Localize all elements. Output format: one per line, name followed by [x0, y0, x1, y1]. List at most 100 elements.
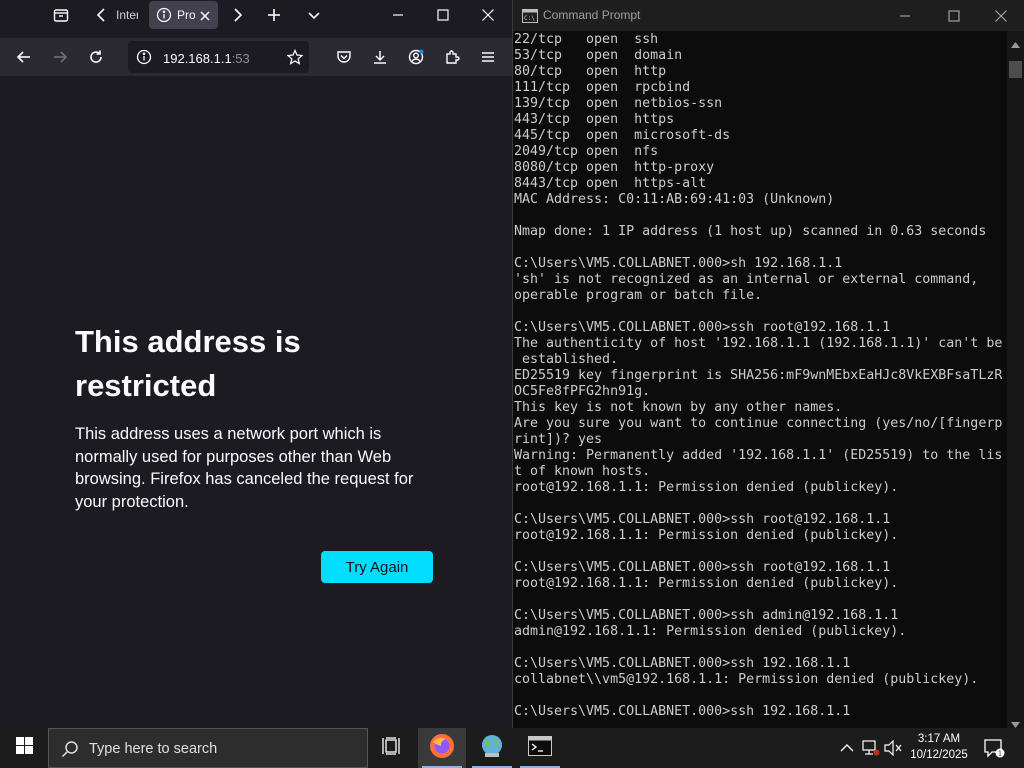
back-arrow-icon[interactable]: [10, 42, 38, 72]
pocket-icon[interactable]: [330, 42, 358, 72]
console-line: Are you sure you want to continue connec…: [514, 416, 1003, 431]
console-line: established.: [514, 352, 619, 367]
console-line: C:\Users\VM5.COLLABNET.000>ssh root@192.…: [514, 512, 891, 527]
console-line: The authenticity of host '192.168.1.1 (1…: [514, 336, 1003, 351]
cmd-titlebar[interactable]: C:\ Command Prompt: [513, 0, 1024, 31]
firefox-icon: [429, 733, 455, 764]
taskbar-search-box[interactable]: Type here to search: [48, 728, 368, 768]
tab-label: Inter: [116, 8, 138, 22]
close-window-icon[interactable]: [470, 0, 506, 30]
error-description: This address uses a network port which i…: [75, 425, 414, 511]
chevron-down-icon[interactable]: [300, 0, 328, 30]
console-line: ED25519 key fingerprint is SHA256:mF9wnM…: [514, 368, 1003, 383]
console-line: collabnet\\vm5@192.168.1.1: Permission d…: [514, 672, 979, 687]
account-icon[interactable]: [402, 42, 430, 72]
console-line: Warning: Permanently added '192.168.1.1'…: [514, 448, 1003, 463]
console-line: root@192.168.1.1: Permission denied (pub…: [514, 528, 899, 543]
scroll-up-icon[interactable]: [1011, 35, 1020, 53]
error-title: This address is restricted: [75, 324, 301, 403]
taskbar-command-prompt[interactable]: [516, 728, 564, 768]
console-line: C:\Users\VM5.COLLABNET.000>ssh admin@192…: [514, 608, 899, 623]
console-line: 80/tcp open http: [514, 64, 667, 79]
try-again-button[interactable]: Try Again: [321, 551, 433, 583]
reload-icon[interactable]: [82, 42, 110, 72]
task-view-button[interactable]: [368, 728, 416, 768]
console-line: C:\Users\VM5.COLLABNET.000>ssh root@192.…: [514, 320, 891, 335]
hamburger-menu-icon[interactable]: [474, 42, 502, 72]
show-hidden-icons-chevron-up-icon[interactable]: [838, 738, 856, 758]
taskbar-firefox[interactable]: [418, 728, 466, 768]
cmd-title: Command Prompt: [543, 8, 641, 22]
url-host: 192.168.1.1: [163, 51, 232, 66]
navigation-toolbar: 192.168.1.1:53: [0, 38, 512, 76]
bookmark-star-icon[interactable]: [282, 42, 308, 72]
minimize-icon[interactable]: [380, 0, 416, 30]
tab-list-icon[interactable]: [46, 0, 76, 30]
console-line: C:\Users\VM5.COLLABNET.000>ssh 192.168.1…: [514, 704, 851, 719]
new-tab-icon[interactable]: [260, 0, 288, 30]
console-line: 443/tcp open https: [514, 112, 675, 127]
notification-center-icon[interactable]: 1: [982, 738, 1006, 758]
command-prompt-icon: [528, 735, 552, 761]
console-line: This key is not known by any other names…: [514, 400, 843, 415]
search-icon: [61, 740, 79, 763]
tab-active[interactable]: Problem loading page: [149, 1, 218, 29]
network-globe-icon: [479, 733, 505, 764]
clock-time: 3:17 AM: [917, 733, 961, 745]
close-tab-icon[interactable]: [199, 9, 211, 27]
console-output[interactable]: 22/tcp open ssh 53/tcp open domain 80/tcp …: [514, 32, 1006, 726]
system-clock[interactable]: 3:17 AM 10/12/2025: [906, 731, 972, 763]
windows-logo-icon: [15, 737, 33, 759]
console-line: 8080/tcp open http-proxy: [514, 160, 715, 175]
tab-previous[interactable]: Inter: [86, 0, 146, 30]
taskbar-network-app[interactable]: [468, 728, 516, 768]
minimize-icon[interactable]: [897, 8, 913, 29]
url-text: 192.168.1.1:53: [163, 51, 250, 66]
tab-label: Problem loading page: [177, 8, 195, 22]
close-window-icon[interactable]: [993, 8, 1009, 29]
volume-muted-icon[interactable]: [884, 738, 902, 758]
console-line: 2049/tcp open nfs: [514, 144, 659, 159]
notification-badge: 1: [998, 751, 1002, 758]
console-line: 8443/tcp open https-alt: [514, 176, 707, 191]
console-line: 111/tcp open rpcbind: [514, 80, 691, 95]
svg-text:C:\: C:\: [524, 15, 535, 22]
console-line: 'sh' is not recognized as an internal or…: [514, 272, 979, 287]
scrollbar[interactable]: [1007, 31, 1024, 728]
console-line: C:\Users\VM5.COLLABNET.000>ssh 192.168.1…: [514, 656, 851, 671]
console-line: C:\Users\VM5.COLLABNET.000>sh 192.168.1.…: [514, 256, 843, 271]
network-icon[interactable]: [862, 738, 880, 758]
error-page: This address is restricted This address …: [75, 320, 445, 513]
cmd-app-icon: C:\: [522, 9, 538, 28]
chevron-left-icon[interactable]: [94, 7, 110, 28]
taskbar: Type here to search 3:17 AM 10/12/2025 1: [0, 728, 1024, 768]
site-info-icon[interactable]: [136, 49, 152, 70]
chevron-right-icon[interactable]: [224, 0, 250, 30]
console-line: 53/tcp open domain: [514, 48, 683, 63]
console-line: MAC Address: C0:11:AB:69:41:03 (Unknown): [514, 192, 835, 207]
forward-arrow-icon[interactable]: [46, 42, 74, 72]
console-line: rint])? yes: [514, 432, 603, 447]
console-line: C:\Users\VM5.COLLABNET.000>ssh root@192.…: [514, 560, 891, 575]
scrollbar-thumb[interactable]: [1009, 61, 1022, 78]
clock-date: 10/12/2025: [910, 749, 968, 761]
console-line: Nmap done: 1 IP address (1 host up) scan…: [514, 224, 987, 239]
console-line: admin@192.168.1.1: Permission denied (pu…: [514, 624, 907, 639]
maximize-icon[interactable]: [425, 0, 461, 30]
extensions-icon[interactable]: [438, 42, 466, 72]
start-button[interactable]: [0, 728, 48, 768]
maximize-icon[interactable]: [946, 8, 962, 29]
tab-bar: Inter Problem loading page: [0, 0, 512, 38]
console-line: root@192.168.1.1: Permission denied (pub…: [514, 576, 899, 591]
console-line: OC5Fe8fPFG2hn91g.: [514, 384, 651, 399]
download-icon[interactable]: [366, 42, 394, 72]
console-line: 139/tcp open netbios-ssn: [514, 96, 723, 111]
